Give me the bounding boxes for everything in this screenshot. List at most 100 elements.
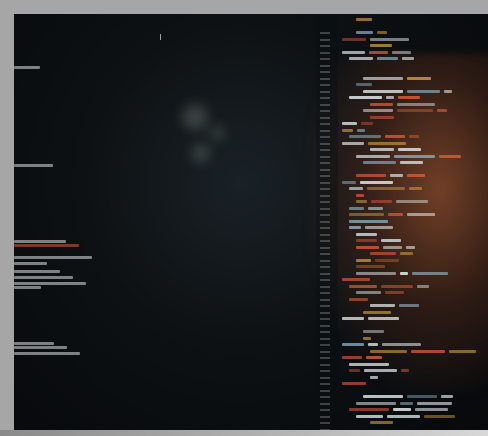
code-token bbox=[409, 187, 422, 190]
line-number bbox=[320, 84, 330, 86]
code-token bbox=[392, 50, 411, 54]
line-number bbox=[320, 376, 330, 379]
code-token bbox=[370, 115, 394, 119]
code-token bbox=[363, 330, 384, 333]
line-number bbox=[320, 383, 330, 385]
code-token bbox=[14, 240, 66, 243]
line-number bbox=[320, 227, 330, 229]
code-token bbox=[356, 31, 373, 34]
code-token bbox=[342, 50, 365, 54]
code-token bbox=[397, 102, 435, 106]
code-editor bbox=[316, 14, 488, 436]
code-token bbox=[370, 304, 395, 307]
code-token bbox=[417, 401, 452, 405]
code-token bbox=[406, 245, 415, 249]
line-number bbox=[320, 129, 330, 132]
line-number bbox=[320, 97, 330, 99]
line-number bbox=[320, 51, 330, 54]
line-number bbox=[320, 311, 330, 314]
code-token bbox=[370, 375, 378, 379]
line-number bbox=[320, 298, 330, 301]
code-token bbox=[357, 128, 365, 132]
code-token bbox=[349, 135, 381, 138]
code-token bbox=[366, 356, 382, 359]
line-number bbox=[320, 194, 330, 197]
line-number bbox=[320, 188, 330, 190]
background-bokeh-light bbox=[182, 104, 208, 130]
line-number bbox=[320, 71, 330, 73]
code-token bbox=[14, 256, 92, 259]
line-number bbox=[320, 409, 330, 411]
line-number bbox=[320, 103, 330, 106]
code-token bbox=[401, 369, 409, 372]
line-number bbox=[320, 279, 330, 281]
code-token bbox=[407, 395, 437, 398]
code-token bbox=[14, 244, 79, 247]
code-token bbox=[439, 154, 461, 158]
code-token bbox=[349, 362, 389, 366]
line-number bbox=[320, 90, 330, 93]
code-token bbox=[349, 219, 388, 223]
code-token bbox=[387, 414, 420, 418]
code-token bbox=[400, 401, 413, 405]
line-number bbox=[320, 253, 330, 255]
code-token bbox=[407, 76, 431, 80]
code-token bbox=[14, 270, 60, 273]
code-token bbox=[369, 50, 388, 54]
code-token bbox=[364, 369, 397, 372]
line-number bbox=[320, 370, 330, 372]
code-token bbox=[342, 122, 357, 125]
code-token bbox=[349, 297, 368, 301]
code-token bbox=[14, 282, 86, 285]
code-token bbox=[399, 304, 419, 307]
code-token bbox=[356, 414, 383, 418]
background-bokeh-light bbox=[192, 144, 210, 162]
code-token bbox=[383, 245, 402, 249]
code-token bbox=[356, 239, 377, 242]
code-token bbox=[381, 284, 413, 288]
line-number bbox=[320, 136, 330, 138]
code-token bbox=[363, 89, 403, 93]
code-token bbox=[342, 141, 364, 145]
line-number bbox=[320, 201, 330, 203]
line-number bbox=[320, 240, 330, 242]
code-token bbox=[349, 369, 360, 372]
code-token bbox=[342, 128, 353, 132]
code-token bbox=[449, 349, 476, 353]
code-token bbox=[368, 141, 406, 145]
code-token bbox=[385, 291, 404, 294]
code-token bbox=[356, 258, 371, 262]
code-token bbox=[356, 154, 390, 158]
code-token bbox=[402, 57, 414, 60]
code-token bbox=[370, 44, 392, 47]
line-number bbox=[320, 233, 330, 236]
line-number bbox=[320, 337, 330, 340]
code-token bbox=[342, 343, 364, 346]
code-token bbox=[356, 18, 372, 21]
code-token bbox=[377, 31, 387, 34]
code-token bbox=[411, 349, 445, 353]
line-number bbox=[320, 110, 330, 112]
code-token bbox=[356, 193, 364, 197]
code-token bbox=[388, 213, 403, 216]
code-token bbox=[363, 161, 396, 164]
code-token bbox=[368, 317, 399, 320]
code-token bbox=[371, 200, 392, 203]
code-token bbox=[370, 252, 396, 255]
code-token bbox=[356, 245, 379, 249]
code-token bbox=[349, 206, 364, 210]
code-token bbox=[382, 343, 421, 346]
line-number bbox=[320, 285, 330, 288]
code-token bbox=[365, 226, 393, 229]
code-token bbox=[444, 89, 452, 93]
code-token bbox=[393, 408, 411, 411]
line-number bbox=[320, 305, 330, 307]
code-token bbox=[14, 342, 54, 345]
code-token bbox=[400, 271, 408, 275]
code-token bbox=[370, 349, 407, 353]
line-number bbox=[320, 45, 330, 47]
code-token bbox=[342, 278, 370, 281]
code-token bbox=[394, 154, 435, 158]
code-token bbox=[370, 102, 393, 106]
line-number bbox=[320, 155, 330, 158]
